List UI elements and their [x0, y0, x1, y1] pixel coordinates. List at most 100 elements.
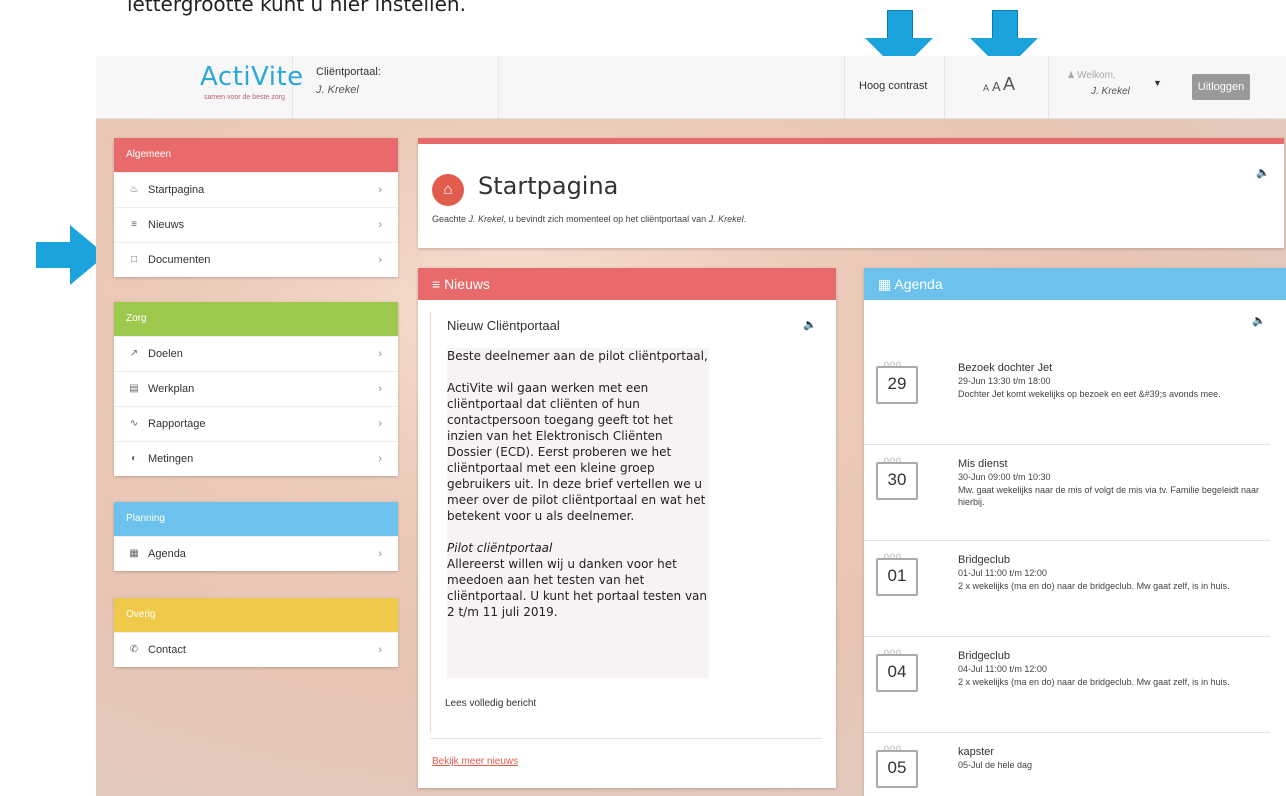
sidebar-group-zorg: Zorg ↗ Doelen › ▤ Werkplan › ∿ Rapportage › ◐ M… — [114, 302, 398, 476]
portal-name: J. Krekel — [316, 84, 359, 96]
chevron-right-icon: › — [378, 453, 382, 465]
sidebar-item-rapportage[interactable]: ∿ Rapportage › — [114, 406, 398, 441]
news-paragraph: ActiVite wil gaan werken met een cliëntp… — [447, 381, 706, 523]
list-icon: ≡ — [432, 276, 445, 292]
event-time: 30-Jun 09:00 t/m 10:30 — [958, 472, 1051, 482]
start-panel: ⌂ Startpagina 🔈 Geachte J. Krekel, u bev… — [418, 138, 1284, 248]
speaker-icon[interactable]: 🔈 — [803, 318, 817, 331]
agenda-event[interactable]: 000 04 Bridgeclub 04-Jul 11:00 t/m 12:00 … — [864, 636, 1270, 733]
calendar-icon: ▦ — [878, 276, 895, 292]
sidebar-group-planning: Planning ▦ Agenda › — [114, 502, 398, 571]
welcome-text-pre: Geachte — [432, 214, 469, 224]
event-day: 01 — [887, 566, 907, 585]
caret-down-icon: ▼ — [1153, 78, 1162, 88]
sidebar-item-documenten[interactable]: □ Documenten › — [114, 242, 398, 277]
sidebar-item-doelen[interactable]: ↗ Doelen › — [114, 336, 398, 371]
news-paragraph: Allereerst willen wij u danken voor het … — [447, 557, 708, 619]
event-description: Dochter Jet komt wekelijks op bezoek en … — [958, 389, 1221, 399]
agenda-header-label: Agenda — [894, 276, 943, 292]
calendar-day-icon: 000 05 — [876, 744, 918, 788]
top-bar: ActiVite samen voor de beste zorg Cliënt… — [96, 56, 1286, 119]
portal-label: Cliëntportaal: — [316, 66, 381, 78]
logout-button[interactable]: Uitloggen — [1192, 74, 1250, 100]
event-title: kapster — [958, 746, 995, 758]
more-news-link[interactable]: Bekijk meer nieuws — [432, 756, 518, 767]
event-day: 04 — [887, 662, 907, 681]
sidebar-item-label: Werkplan — [148, 383, 195, 395]
chevron-right-icon: › — [378, 383, 382, 395]
font-medium-button[interactable]: A — [992, 79, 1001, 94]
sidebar-item-metingen[interactable]: ◐ Metingen › — [114, 441, 398, 476]
speaker-icon[interactable]: 🔈 — [1256, 166, 1270, 179]
calendar-day-icon: 000 29 — [876, 360, 918, 404]
news-header-label: Nieuws — [444, 276, 490, 292]
font-small-button[interactable]: A — [983, 83, 989, 93]
welcome-text-mid: , u bevindt zich momenteel op het cliënt… — [503, 214, 709, 224]
agenda-event[interactable]: 000 29 Bezoek dochter Jet 29-Jun 13:30 t/… — [864, 348, 1270, 445]
sidebar-item-label: Nieuws — [148, 219, 185, 231]
pulse-icon: ∿ — [129, 418, 139, 429]
logo-tagline: samen voor de beste zorg — [204, 94, 285, 101]
sidebar-group-overig: Overig ✆ Contact › — [114, 598, 398, 667]
list-icon: ≡ — [131, 219, 137, 230]
sidebar-item-label: Documenten — [148, 254, 211, 266]
sidebar-item-label: Doelen — [148, 348, 183, 360]
font-large-button[interactable]: A — [1003, 74, 1015, 95]
sidebar-item-label: Agenda — [148, 548, 186, 560]
chevron-right-icon: › — [378, 348, 382, 360]
event-description: 2 x wekelijks (ma en do) naar de bridgec… — [958, 677, 1230, 687]
document-icon: □ — [130, 254, 138, 265]
speaker-icon[interactable]: 🔈 — [1252, 314, 1266, 327]
sidebar-item-label: Rapportage — [148, 418, 206, 430]
high-contrast-button[interactable]: Hoog contrast — [844, 56, 945, 118]
read-full-link[interactable]: Lees volledig bericht — [445, 698, 536, 709]
goal-icon: ↗ — [129, 348, 139, 359]
agenda-event[interactable]: 000 30 Mis dienst 30-Jun 09:00 t/m 10:30 … — [864, 444, 1270, 541]
chevron-right-icon: › — [378, 548, 382, 560]
sidebar-item-label: Contact — [148, 644, 186, 656]
logo[interactable]: ActiVite samen voor de beste zorg — [114, 56, 303, 118]
calendar-day-icon: 000 30 — [876, 456, 918, 500]
news-item-body: Beste deelnemer aan de pilot cliëntporta… — [447, 348, 709, 678]
page-title: Startpagina — [478, 172, 619, 200]
font-size-control: A A A — [944, 56, 1049, 118]
sidebar-group-algemeen: Algemeen ♨ Startpagina › ≡ Nieuws › □ Documen… — [114, 138, 398, 277]
sidebar-item-label: Metingen — [148, 453, 194, 465]
welcome-text: Geachte J. Krekel, u bevindt zich moment… — [432, 214, 746, 224]
sidebar-item-nieuws[interactable]: ≡ Nieuws › — [114, 207, 398, 242]
divider — [430, 738, 822, 739]
agenda-event[interactable]: 000 01 Bridgeclub 01-Jul 11:00 t/m 12:00 … — [864, 540, 1270, 637]
sidebar-item-contact[interactable]: ✆ Contact › — [114, 632, 398, 667]
sidebar-item-agenda[interactable]: ▦ Agenda › — [114, 536, 398, 571]
agenda-event[interactable]: 000 05 kapster 05-Jul de hele dag — [864, 732, 1270, 796]
event-description: Mw. gaat wekelijks naar de mis of volgt … — [958, 485, 1259, 507]
event-description: 2 x wekelijks (ma en do) naar de bridgec… — [958, 581, 1230, 591]
phone-icon: ✆ — [129, 644, 139, 655]
chevron-right-icon: › — [378, 219, 382, 231]
event-time: 05-Jul de hele dag — [958, 760, 1033, 770]
news-item: Nieuw Cliëntportaal 🔈 Beste deelnemer aa… — [430, 312, 823, 732]
event-day: 30 — [887, 470, 907, 489]
portal-info: Cliëntportaal: J. Krekel — [292, 56, 499, 118]
app-window: ActiVite samen voor de beste zorg Cliënt… — [96, 56, 1286, 796]
event-title: Bridgeclub — [958, 554, 1010, 566]
sidebar-group-title: Overig — [114, 598, 398, 632]
news-subheading: Pilot cliëntportaal — [447, 541, 553, 555]
instruction-caption: lettergrootte kunt u hier instellen. — [127, 0, 466, 16]
event-time: 04-Jul 11:00 t/m 12:00 — [958, 664, 1047, 674]
sidebar-item-startpagina[interactable]: ♨ Startpagina › — [114, 172, 398, 207]
clipboard-icon: ▤ — [129, 383, 139, 394]
agenda-panel: ▦ Agenda 🔈 000 29 Bezoek dochter Jet 29-J… — [864, 268, 1286, 796]
welcome-label: Welkom, — [1077, 70, 1116, 81]
gauge-icon: ◐ — [130, 453, 138, 464]
user-menu[interactable]: ♟ Welkom, J. Krekel ▼ — [1048, 56, 1177, 118]
sidebar-group-title: Planning — [114, 502, 398, 536]
sidebar-group-title: Zorg — [114, 302, 398, 336]
logo-text-a: Acti — [200, 62, 252, 92]
chevron-right-icon: › — [378, 644, 382, 656]
sidebar-item-werkplan[interactable]: ▤ Werkplan › — [114, 371, 398, 406]
sidebar-item-label: Startpagina — [148, 184, 205, 196]
sidebar-group-title: Algemeen — [114, 138, 398, 172]
news-header: ≡ Nieuws — [418, 268, 836, 300]
home-icon: ♨ — [129, 184, 139, 195]
